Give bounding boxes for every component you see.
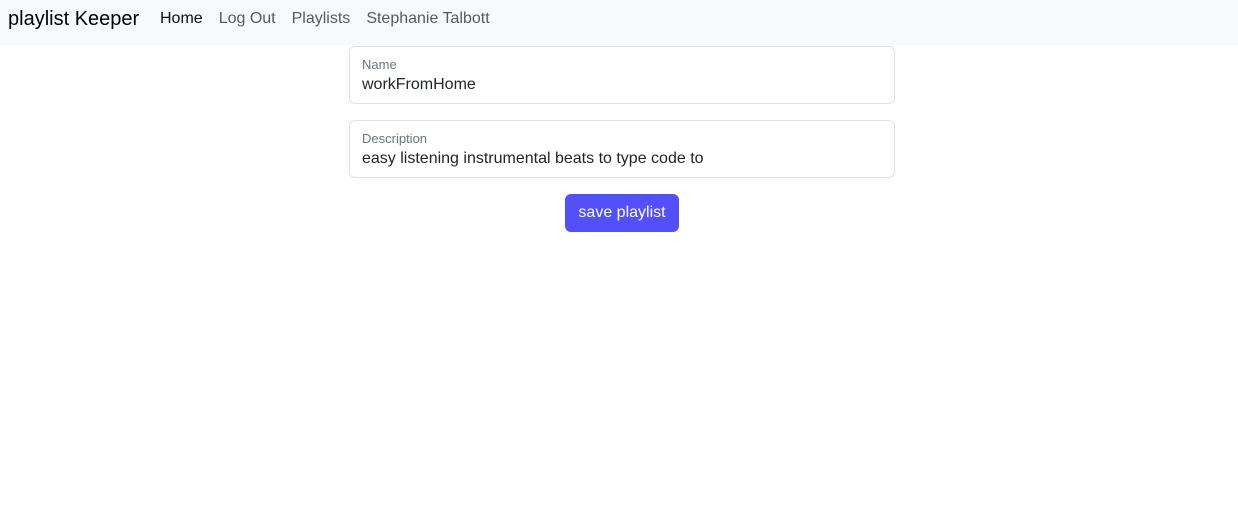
description-field: Description (349, 120, 895, 178)
nav-link-playlists[interactable]: Playlists (292, 10, 351, 28)
brand-link[interactable]: playlist Keeper (8, 8, 139, 30)
navbar: playlist Keeper Home Log Out Playlists S… (0, 0, 1238, 45)
name-label: Name (362, 57, 397, 72)
button-row: save playlist (349, 194, 895, 232)
nav-link-user-profile[interactable]: Stephanie Talbott (366, 10, 489, 28)
save-playlist-button[interactable]: save playlist (565, 194, 679, 232)
description-label: Description (362, 131, 428, 146)
nav-link-log-out[interactable]: Log Out (219, 10, 276, 28)
nav-link-home[interactable]: Home (160, 10, 203, 28)
nav-links: Home Log Out Playlists Stephanie Talbott (160, 10, 506, 28)
name-field: Name (349, 46, 895, 104)
name-input[interactable] (362, 75, 882, 95)
description-input[interactable] (362, 149, 882, 169)
playlist-form: Name Description save playlist (349, 46, 895, 232)
